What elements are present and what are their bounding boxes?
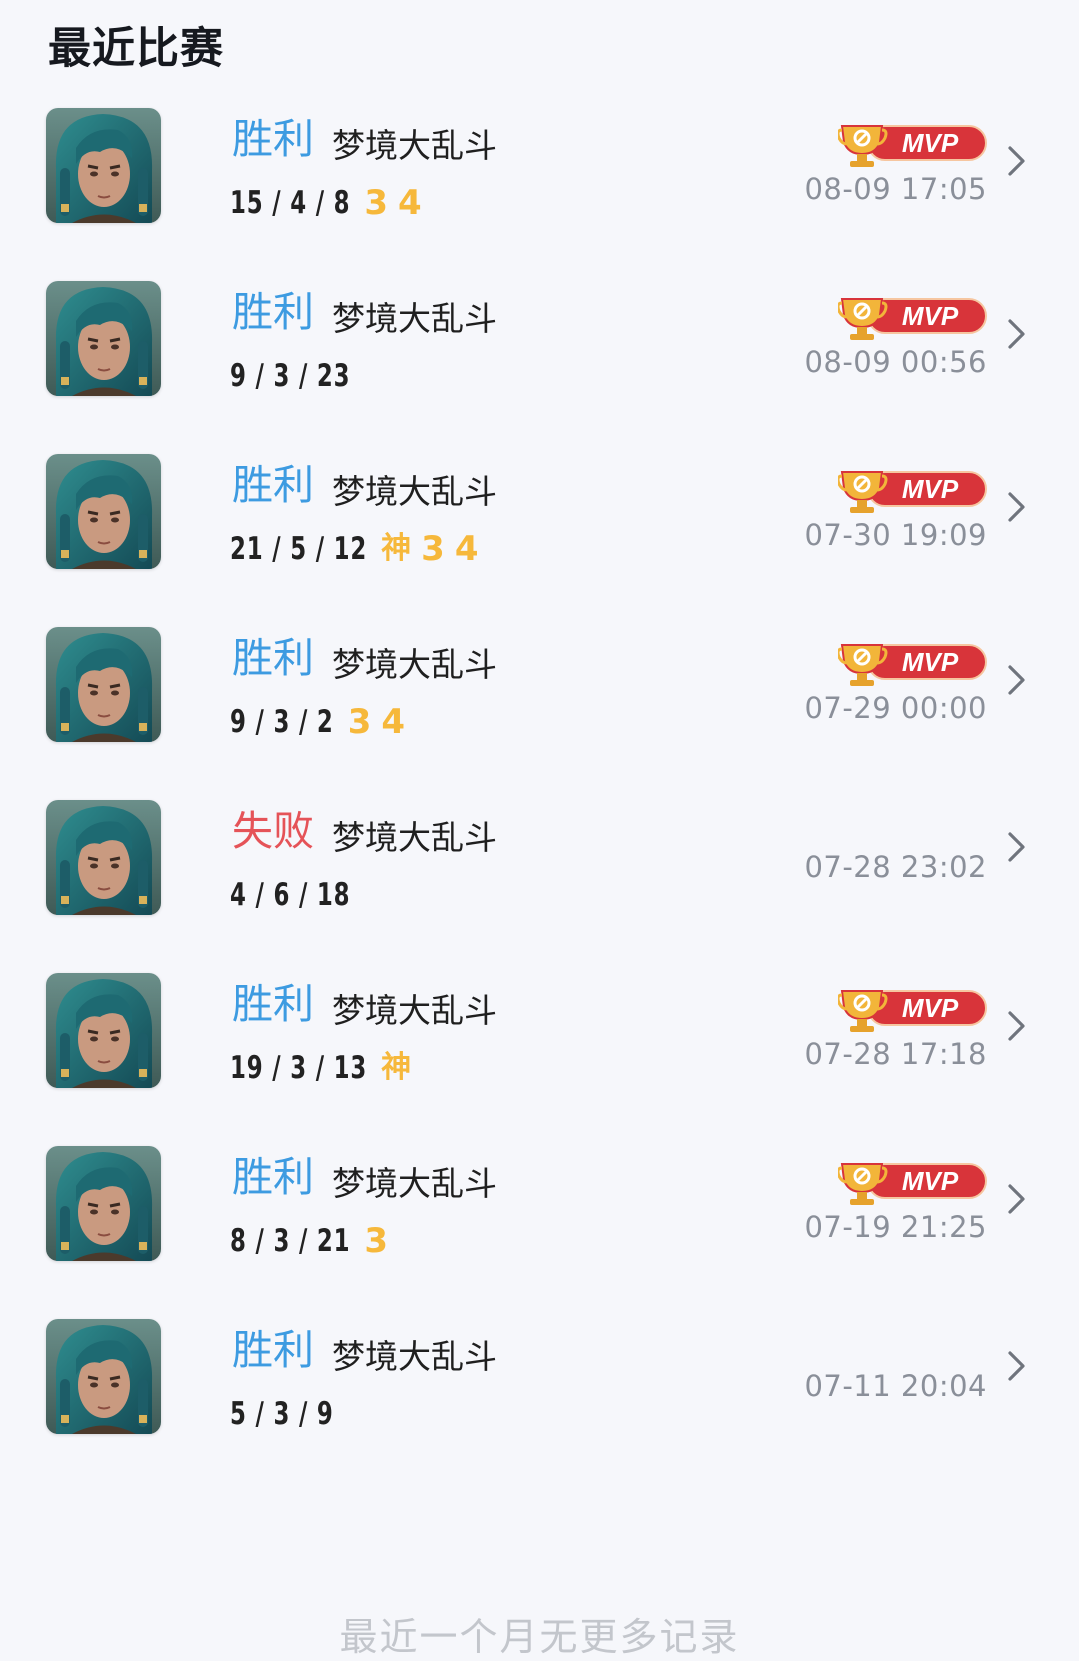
game-mode: 梦境大乱斗 <box>332 818 497 857</box>
trophy-mvp-icon: MVP <box>838 644 987 686</box>
svg-text:MVP: MVP <box>902 993 959 1023</box>
svg-text:MVP: MVP <box>902 301 959 331</box>
match-result: 胜利 <box>232 980 314 1028</box>
trophy-mvp-icon: MVP <box>838 298 987 340</box>
multikill-tag: 3 <box>364 183 389 223</box>
godlike-tag: 神 <box>381 531 412 566</box>
game-mode: 梦境大乱斗 <box>332 645 497 684</box>
svg-text:MVP: MVP <box>902 647 959 677</box>
hero-portrait-icon <box>46 108 161 223</box>
kda-line: 9 / 3 / 23 <box>230 354 364 398</box>
chevron-right-icon <box>1008 146 1025 176</box>
kda-line: 15 / 4 / 8 34 <box>230 181 432 225</box>
match-result: 胜利 <box>232 288 314 336</box>
chevron-right-icon <box>1008 492 1025 522</box>
match-time: 07-30 19:09 <box>804 518 987 552</box>
chevron-right-icon <box>1008 832 1025 862</box>
achievement-tags: 神34 <box>381 529 488 569</box>
kda-score: 19 / 3 / 13 <box>230 1050 368 1086</box>
kda-line: 21 / 5 / 12 神34 <box>230 527 489 571</box>
hero-portrait-icon <box>46 1319 161 1434</box>
chevron-right-icon <box>1008 1351 1025 1381</box>
godlike-tag: 神 <box>381 1050 412 1085</box>
kda-score: 21 / 5 / 12 <box>230 531 368 567</box>
match-row-3[interactable]: 胜利 梦境大乱斗 21 / 5 / 12 神34 MVP 07-30 19:09 <box>0 454 1079 637</box>
hero-portrait-icon <box>46 800 161 915</box>
hero-portrait-icon <box>46 627 161 742</box>
kda-score: 4 / 6 / 18 <box>230 877 351 913</box>
match-row-5[interactable]: 失败 梦境大乱斗 4 / 6 / 18 07-28 23:02 <box>0 800 1079 983</box>
match-row-4[interactable]: 胜利 梦境大乱斗 9 / 3 / 2 34 MVP 07-29 00:00 <box>0 627 1079 810</box>
multikill-tag: 3 <box>347 702 372 742</box>
multikill-tag: 4 <box>454 529 479 569</box>
match-result: 胜利 <box>232 634 314 682</box>
svg-text:MVP: MVP <box>902 1166 959 1196</box>
achievement-tags: 34 <box>348 702 415 742</box>
chevron-right-icon <box>1008 319 1025 349</box>
game-mode: 梦境大乱斗 <box>332 991 497 1030</box>
kda-score: 5 / 3 / 9 <box>230 1396 334 1432</box>
hero-portrait-icon <box>46 281 161 396</box>
game-mode: 梦境大乱斗 <box>332 472 497 511</box>
match-result: 失败 <box>232 807 314 855</box>
no-more-records-text: 最近一个月无更多记录 <box>339 1615 740 1659</box>
page-title: 最近比赛 <box>48 24 224 74</box>
kda-score: 15 / 4 / 8 <box>230 185 351 221</box>
trophy-mvp-icon: MVP <box>838 990 987 1032</box>
svg-text:MVP: MVP <box>902 474 959 504</box>
trophy-mvp-icon: MVP <box>838 471 987 513</box>
achievement-tags: 34 <box>364 183 431 223</box>
kda-line: 19 / 3 / 13 神 <box>230 1046 421 1090</box>
match-result: 胜利 <box>232 1326 314 1374</box>
kda-line: 9 / 3 / 2 34 <box>230 700 415 744</box>
kda-line: 8 / 3 / 21 3 <box>230 1219 398 1263</box>
kda-score: 9 / 3 / 23 <box>230 358 351 394</box>
hero-portrait-icon <box>46 454 161 569</box>
svg-text:MVP: MVP <box>902 128 959 158</box>
hero-portrait-icon <box>46 1146 161 1261</box>
match-row-1[interactable]: 胜利 梦境大乱斗 15 / 4 / 8 34 MVP 08-09 17:05 <box>0 108 1079 291</box>
kda-score: 9 / 3 / 2 <box>230 704 334 740</box>
achievement-tags: 3 <box>364 1221 398 1261</box>
chevron-right-icon <box>1008 1011 1025 1041</box>
multikill-tag: 3 <box>364 1221 389 1261</box>
match-time: 07-28 17:18 <box>804 1037 987 1071</box>
match-row-2[interactable]: 胜利 梦境大乱斗 9 / 3 / 23 MVP 08-09 00:56 <box>0 281 1079 464</box>
match-time: 07-11 20:04 <box>804 1369 987 1403</box>
chevron-right-icon <box>1008 1184 1025 1214</box>
game-mode: 梦境大乱斗 <box>332 1337 497 1376</box>
match-result: 胜利 <box>232 115 314 163</box>
multikill-tag: 4 <box>381 702 406 742</box>
achievement-tags: 神 <box>381 1048 421 1088</box>
match-time: 08-09 17:05 <box>804 172 987 206</box>
hero-portrait-icon <box>46 973 161 1088</box>
multikill-tag: 3 <box>421 529 445 569</box>
match-time: 07-19 21:25 <box>804 1210 987 1244</box>
match-row-7[interactable]: 胜利 梦境大乱斗 8 / 3 / 21 3 MVP 07-19 21:25 <box>0 1146 1079 1329</box>
multikill-tag: 4 <box>398 183 422 223</box>
match-row-8[interactable]: 胜利 梦境大乱斗 5 / 3 / 9 07-11 20:04 <box>0 1319 1079 1502</box>
match-result: 胜利 <box>232 1153 314 1201</box>
kda-line: 4 / 6 / 18 <box>230 873 364 917</box>
game-mode: 梦境大乱斗 <box>332 126 497 165</box>
trophy-mvp-icon: MVP <box>838 1163 987 1205</box>
game-mode: 梦境大乱斗 <box>332 299 497 338</box>
chevron-right-icon <box>1008 665 1025 695</box>
match-time: 07-28 23:02 <box>804 850 987 884</box>
game-mode: 梦境大乱斗 <box>332 1164 497 1203</box>
match-row-6[interactable]: 胜利 梦境大乱斗 19 / 3 / 13 神 MVP 07-28 17:18 <box>0 973 1079 1156</box>
trophy-mvp-icon: MVP <box>838 125 987 167</box>
kda-line: 5 / 3 / 9 <box>230 1392 348 1436</box>
match-time: 07-29 00:00 <box>804 691 987 725</box>
match-time: 08-09 00:56 <box>804 345 987 379</box>
match-result: 胜利 <box>232 461 314 509</box>
kda-score: 8 / 3 / 21 <box>230 1223 351 1259</box>
